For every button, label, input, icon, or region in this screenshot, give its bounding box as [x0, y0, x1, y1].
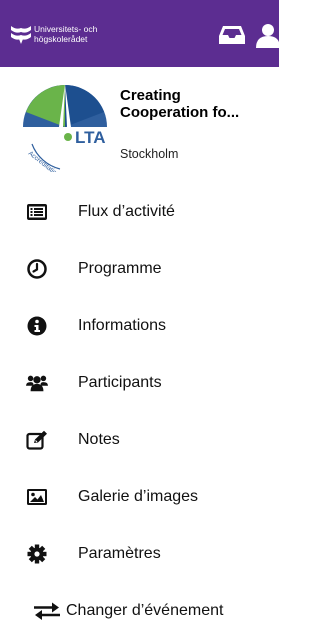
- menu-label-switch-event: Changer d’événement: [66, 602, 224, 619]
- event-logo-text: LTA: [75, 128, 106, 147]
- menu-item-programme[interactable]: Programme: [0, 249, 279, 289]
- event-city: Stockholm: [120, 147, 179, 161]
- event-title-line-2: Cooperation fo...: [120, 104, 240, 121]
- menu-item-switch-event[interactable]: Changer d’événement: [0, 591, 279, 631]
- swap-arrows-icon: [34, 602, 60, 620]
- event-title: Creating Cooperation fo...: [120, 87, 279, 121]
- menu-label-notes: Notes: [78, 431, 120, 448]
- menu-label-participants: Participants: [78, 374, 162, 391]
- org-logo-icon: [11, 26, 31, 44]
- menu-item-notes[interactable]: Notes: [0, 420, 279, 460]
- org-name: Universitets- och högskolerådet: [34, 24, 98, 44]
- menu-item-image-gallery[interactable]: Galerie d’images: [0, 477, 279, 517]
- user-icon[interactable]: [252, 22, 279, 48]
- menu-item-informations[interactable]: Informations: [0, 306, 279, 346]
- image-gallery-icon: [27, 489, 47, 505]
- menu-label-settings: Paramètres: [78, 545, 161, 562]
- menu-label-informations: Informations: [78, 317, 167, 334]
- menu-item-participants[interactable]: Participants: [0, 363, 279, 403]
- event-logo: LTA Accreditation: [23, 84, 107, 172]
- gear-icon: [27, 544, 47, 564]
- top-bar: Universitets- och högskolerådet: [0, 0, 279, 67]
- inbox-icon[interactable]: [218, 24, 246, 46]
- activity-feed-icon: [27, 204, 47, 220]
- menu-item-settings[interactable]: Paramètres: [0, 534, 279, 574]
- event-title-line-1: Creating: [120, 87, 181, 104]
- users-icon: [26, 375, 48, 392]
- menu-label-programme: Programme: [78, 260, 162, 277]
- menu-label-image-gallery: Galerie d’images: [78, 488, 199, 505]
- info-icon: [27, 316, 47, 336]
- edit-note-icon: [26, 430, 47, 450]
- menu-label-activity-feed: Flux d’activité: [78, 203, 175, 220]
- clock-icon: [27, 259, 47, 279]
- menu-item-activity-feed[interactable]: Flux d’activité: [0, 192, 279, 232]
